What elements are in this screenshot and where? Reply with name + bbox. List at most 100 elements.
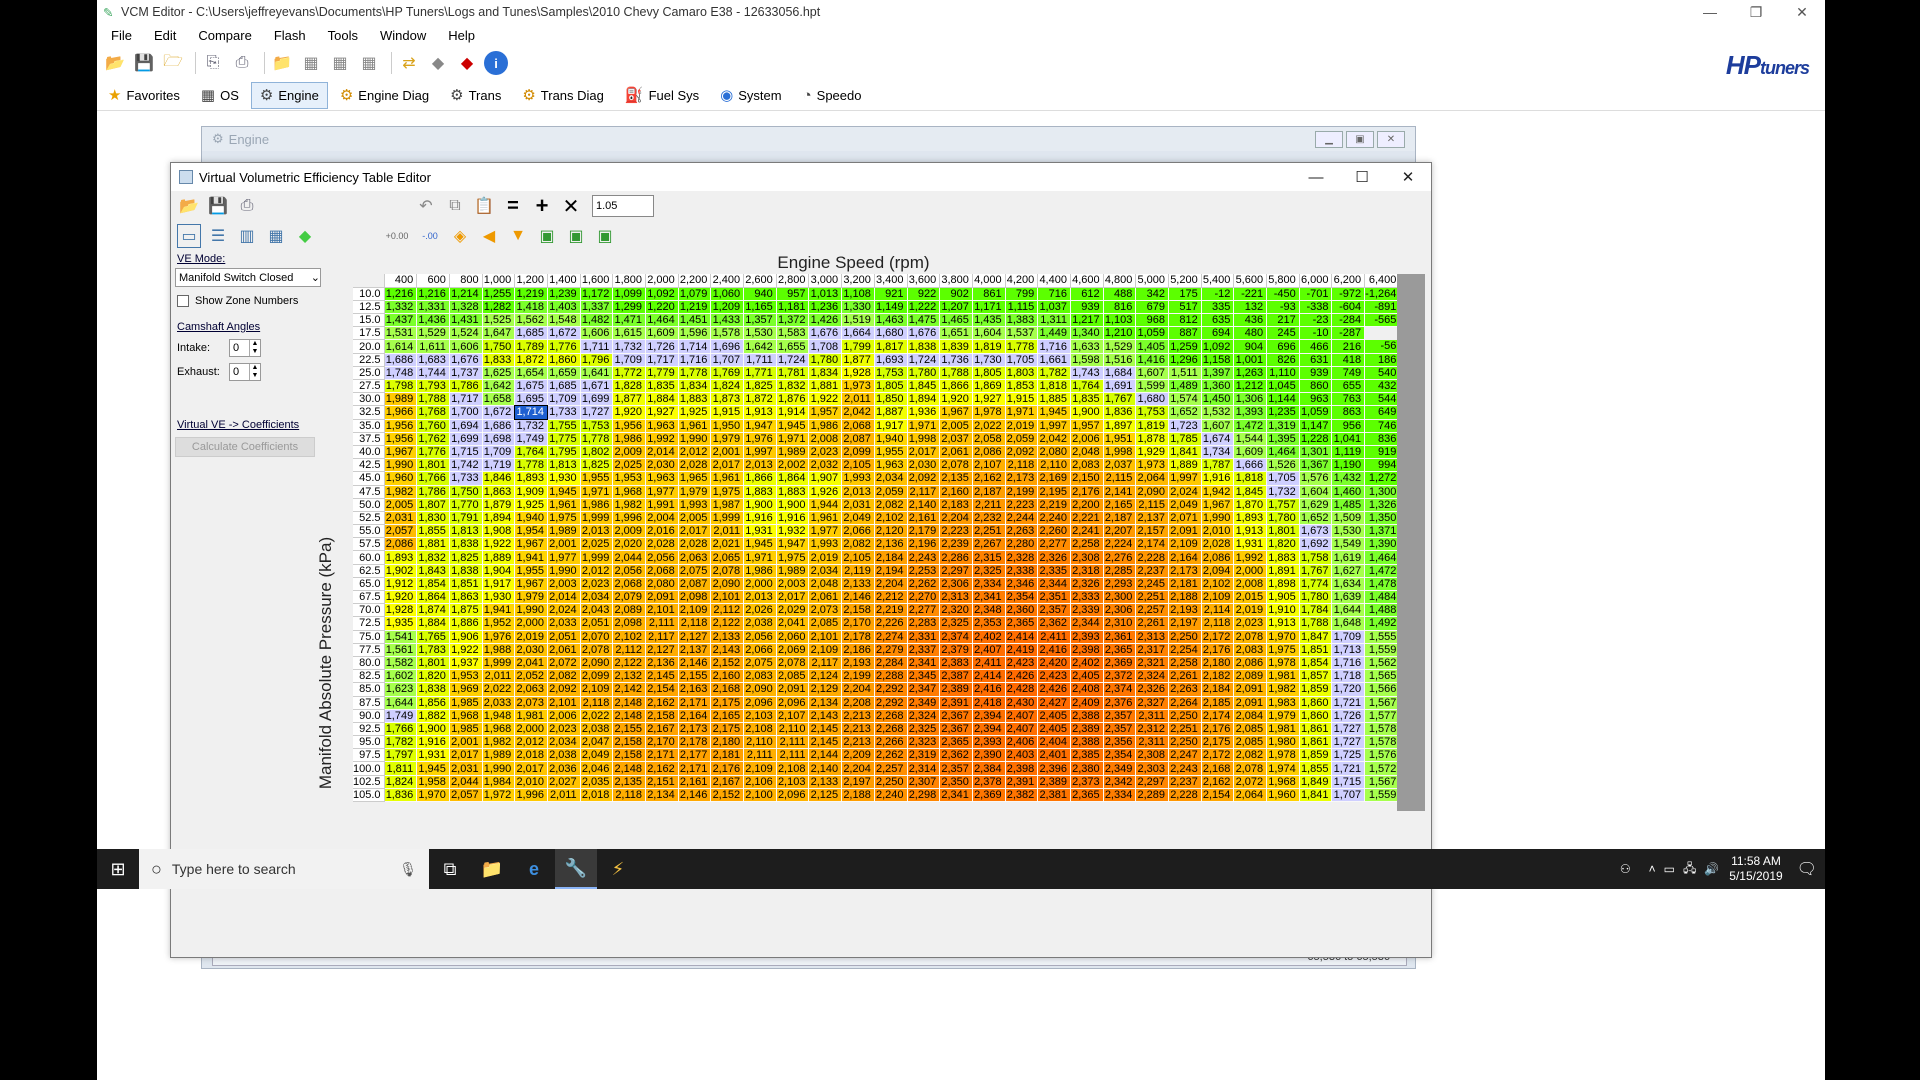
ve-cell[interactable]: 1,726 — [1331, 709, 1366, 723]
smooth-icon[interactable]: ◈ — [448, 224, 472, 248]
ve-cell[interactable]: 1,985 — [449, 722, 483, 737]
notifications-icon[interactable]: 🗨 — [1797, 859, 1817, 879]
ve-cell[interactable]: 1,945 — [743, 537, 777, 552]
ve-cell[interactable]: 1,686 — [384, 353, 418, 367]
ve-cell[interactable]: 1,841 — [1299, 788, 1333, 803]
ve-cell[interactable]: 2,349 — [1103, 761, 1137, 776]
ve-cell[interactable]: 2,065 — [710, 550, 745, 565]
table3-icon[interactable]: ▦ — [357, 51, 381, 75]
ve-cell[interactable]: 1,981 — [1266, 669, 1300, 684]
ve-cell[interactable]: 1,986 — [808, 419, 843, 433]
ve-cell[interactable]: 1,838 — [416, 682, 450, 697]
ve-cell[interactable]: 2,127 — [645, 643, 679, 657]
ve-cell[interactable]: 612 — [1070, 287, 1104, 301]
ve-cell[interactable]: 1,709 — [547, 392, 581, 407]
ve-cell[interactable]: 1,306 — [1233, 392, 1268, 407]
ve-cell[interactable]: 2,323 — [907, 735, 941, 750]
ve-cell[interactable]: 2,023 — [808, 445, 843, 460]
ve-cell[interactable]: 2,405 — [1037, 709, 1071, 723]
ve-cell[interactable]: 2,084 — [1233, 709, 1268, 723]
open-folder-icon[interactable]: 🗁 — [161, 51, 185, 75]
ve-cell[interactable]: 2,096 — [776, 696, 810, 710]
ve-cell[interactable]: 1,894 — [482, 511, 516, 526]
ve-cell[interactable]: 2,341 — [939, 788, 973, 803]
intake-spinner[interactable]: 0 ▲ ▼ — [229, 339, 261, 357]
ve-cell[interactable]: 1,092 — [645, 287, 679, 301]
ve-cell[interactable]: 2,091 — [1168, 524, 1202, 539]
ve-cell[interactable]: 2,414 — [972, 669, 1006, 684]
ve-cell[interactable]: 2,003 — [776, 577, 810, 592]
ve-cell[interactable]: 2,033 — [547, 616, 581, 631]
ve-cell[interactable]: 2,012 — [514, 735, 548, 750]
row-header[interactable]: 45.0 — [353, 471, 385, 486]
ve-cell[interactable]: 1,171 — [972, 300, 1006, 315]
ve-cell[interactable]: 1,769 — [710, 366, 745, 381]
ve-cell[interactable]: 2,105 — [841, 458, 875, 473]
ve-cell[interactable]: 2,373 — [1070, 775, 1104, 789]
ve-cell[interactable]: 2,034 — [580, 590, 614, 605]
ve-cell[interactable]: 2,176 — [1201, 722, 1235, 737]
ve-cell[interactable]: 1,654 — [514, 366, 548, 381]
ve-cell[interactable]: 2,398 — [1005, 761, 1039, 776]
ve-cell[interactable]: 1,235 — [1266, 405, 1300, 420]
ve-cell[interactable]: 1,838 — [449, 537, 483, 552]
ve-cell[interactable]: 2,426 — [1037, 682, 1071, 697]
ve-cell[interactable]: 1,864 — [416, 590, 450, 605]
ve-cell[interactable]: 1,971 — [580, 485, 614, 499]
ve-cell[interactable]: 2,109 — [1168, 537, 1202, 552]
ve-cell[interactable]: 2,243 — [907, 550, 941, 565]
ve-cell[interactable]: 1,788 — [416, 392, 450, 407]
ve-cell[interactable]: 2,133 — [808, 775, 843, 789]
ve-cell[interactable]: 2,086 — [1201, 550, 1235, 565]
row-header[interactable]: 62.5 — [353, 564, 385, 578]
ve-cell[interactable]: 1,565 — [1364, 669, 1401, 684]
ve-cell[interactable]: 2,174 — [1135, 537, 1170, 552]
ve-cell[interactable]: 2,393 — [1070, 630, 1104, 644]
ve-cell[interactable]: 2,070 — [580, 630, 614, 644]
ve-cell[interactable]: 2,001 — [449, 735, 483, 750]
ve-cell[interactable]: 2,072 — [1233, 775, 1268, 789]
ve-cell[interactable]: 1,207 — [939, 300, 973, 315]
ve-cell[interactable]: 1,693 — [874, 353, 908, 367]
ve-cell[interactable]: 1,623 — [384, 682, 418, 697]
ve-cell[interactable]: 1,947 — [743, 419, 777, 433]
ve-cell[interactable]: 1,931 — [743, 524, 777, 539]
ve-cell[interactable]: 2,367 — [939, 722, 973, 737]
ve-cell[interactable]: 2,163 — [678, 682, 712, 697]
ve-cell[interactable]: 2,154 — [1201, 788, 1235, 803]
ve-cell[interactable]: 2,171 — [678, 696, 712, 710]
ve-cell[interactable]: 2,212 — [874, 590, 908, 605]
ve-cell[interactable]: 2,042 — [1037, 432, 1071, 446]
ve-cell[interactable]: 1,860 — [547, 353, 581, 367]
ve-cell[interactable]: 1,846 — [482, 471, 516, 486]
ve-cell[interactable]: 2,257 — [1135, 603, 1170, 618]
ve-cell[interactable]: 1,909 — [514, 485, 548, 499]
ve-cell[interactable]: 1,464 — [645, 313, 679, 328]
column-header[interactable]: 6,200 — [1331, 274, 1366, 288]
undo-icon[interactable]: ↶ — [414, 194, 438, 218]
ve-cell[interactable]: 1,059 — [1299, 405, 1333, 420]
ve-cell[interactable]: 1,524 — [449, 326, 483, 341]
ve-cell[interactable]: 1,672 — [547, 326, 581, 341]
ve-cell[interactable]: 1,181 — [776, 300, 810, 315]
ve-cell[interactable]: 1,572 — [1364, 761, 1401, 776]
row-header[interactable]: 105.0 — [353, 788, 385, 803]
ve-cell[interactable]: 2,150 — [1070, 471, 1104, 486]
ve-cell[interactable]: 1,818 — [1037, 379, 1071, 394]
row-header[interactable]: 15.0 — [353, 313, 385, 328]
ve-cell[interactable]: 1,762 — [416, 432, 450, 446]
ve-cell[interactable]: 2,034 — [547, 735, 581, 750]
ve-cell[interactable]: 1,059 — [1135, 326, 1170, 341]
ve-cell[interactable]: 1,559 — [1364, 643, 1401, 657]
column-header[interactable]: 6,000 — [1299, 274, 1333, 288]
ve-cell[interactable]: 1,953 — [449, 669, 483, 684]
ve-cell[interactable]: 2,162 — [645, 761, 679, 776]
ve-cell[interactable]: 2,073 — [808, 603, 843, 618]
ve-cell[interactable]: 2,011 — [482, 669, 516, 684]
row-header[interactable]: 25.0 — [353, 366, 385, 381]
ve-cell[interactable]: 2,315 — [972, 550, 1006, 565]
ve-cell[interactable]: 1,602 — [384, 669, 418, 684]
ve-cell[interactable]: 2,025 — [580, 537, 614, 552]
select-all-icon[interactable]: ▣ — [593, 224, 617, 248]
ve-cell[interactable]: 2,152 — [710, 656, 745, 671]
